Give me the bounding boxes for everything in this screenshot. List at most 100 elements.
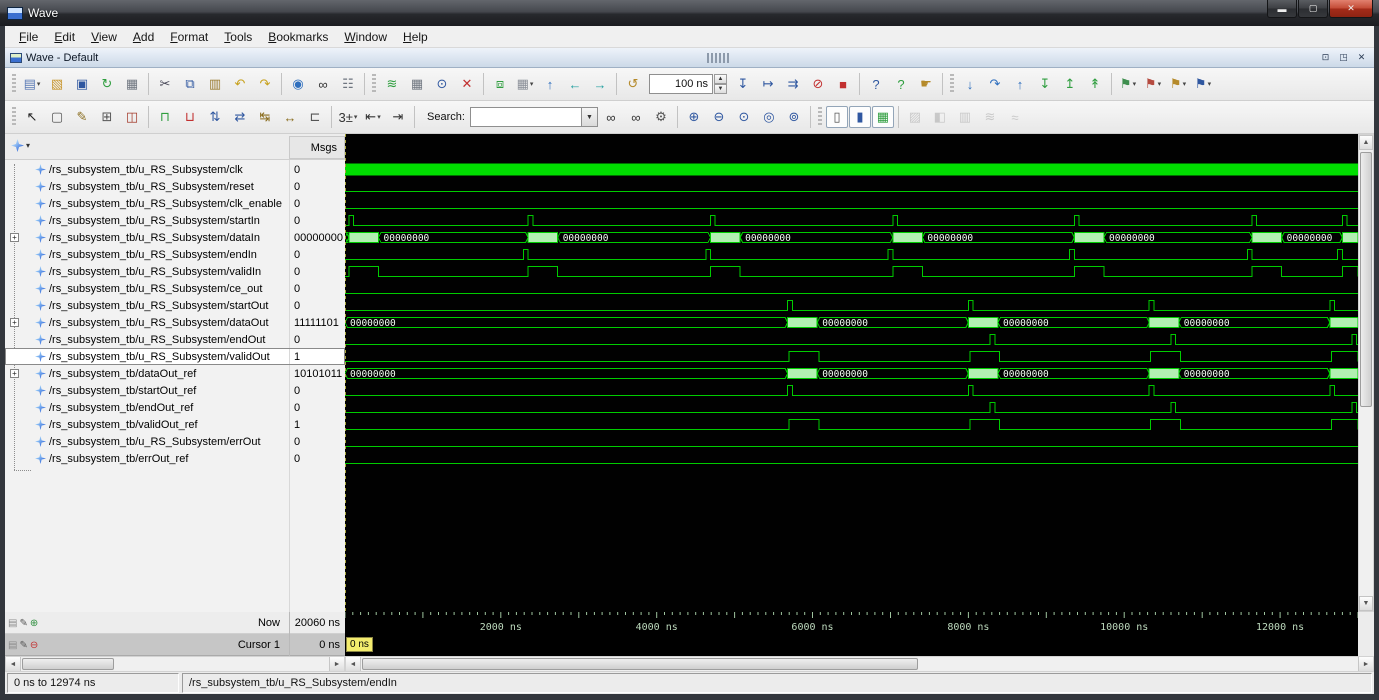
signal-name-cell[interactable]: /rs_subsystem_tb/u_RS_Subsystem/startOut bbox=[5, 297, 289, 314]
find-insert-button[interactable]: ↷ bbox=[983, 72, 1007, 96]
menu-file[interactable]: File bbox=[11, 28, 46, 46]
bookmark-edit-button[interactable]: ⚑ ▾ bbox=[1166, 72, 1190, 96]
signal-row[interactable]: /rs_subsystem_tb/errOut_ref 0 bbox=[5, 450, 345, 467]
signal-row[interactable]: + /rs_subsystem_tb/dataOut_ref 10101011 bbox=[5, 365, 345, 382]
signal-row[interactable]: /rs_subsystem_tb/u_RS_Subsystem/reset 0 bbox=[5, 178, 345, 195]
run-all-button[interactable]: ⇉ bbox=[781, 72, 805, 96]
toggle-grid-button[interactable]: ▦ bbox=[871, 106, 894, 128]
edit-mode-button[interactable]: ✎ bbox=[70, 105, 94, 129]
pane-header[interactable]: Wave - Default ⊡ ◳ ✕ bbox=[5, 48, 1374, 68]
bookmark-goto-button[interactable]: ⚑ ▾ bbox=[1191, 72, 1215, 96]
toolbar-grip[interactable] bbox=[12, 74, 16, 94]
open-button[interactable]: ▧ bbox=[45, 72, 69, 96]
link-button[interactable]: ⧈ bbox=[488, 72, 512, 96]
signal-name-cell[interactable]: /rs_subsystem_tb/u_RS_Subsystem/clk_enab… bbox=[5, 195, 289, 212]
wave-horizontal-scrollbar[interactable]: ◄ ► bbox=[345, 656, 1374, 672]
signal-row[interactable]: /rs_subsystem_tb/u_RS_Subsystem/ce_out 0 bbox=[5, 280, 345, 297]
signal-row[interactable]: + /rs_subsystem_tb/u_RS_Subsystem/dataIn 0… bbox=[5, 229, 345, 246]
cursor-line[interactable] bbox=[345, 134, 346, 612]
events-display-button[interactable]: ≈ bbox=[1003, 105, 1027, 129]
signal-name-cell[interactable]: /rs_subsystem_tb/u_RS_Subsystem/endIn bbox=[5, 246, 289, 263]
find-last-edge-button[interactable]: ↟ bbox=[1083, 72, 1107, 96]
signal-name-cell[interactable]: /rs_subsystem_tb/startOut_ref bbox=[5, 382, 289, 399]
toggle-values-column-button[interactable]: ▮ bbox=[848, 106, 871, 128]
signal-row[interactable]: /rs_subsystem_tb/u_RS_Subsystem/validIn 0 bbox=[5, 263, 345, 280]
signal-name-cell[interactable]: /rs_subsystem_tb/u_RS_Subsystem/endOut bbox=[5, 331, 289, 348]
zoom-out-button[interactable]: ⊖ bbox=[707, 105, 731, 129]
spin-up-button[interactable]: ▲ bbox=[714, 74, 727, 84]
mirror-wave-button[interactable]: ⇄ bbox=[228, 105, 252, 129]
zoom-last-button[interactable]: ◎ bbox=[757, 105, 781, 129]
cursor-row[interactable]: ▤ ✎ ⊖ Cursor 1 0 ns bbox=[5, 634, 345, 656]
find-next-edge-button[interactable]: ↥ bbox=[1058, 72, 1082, 96]
waveform-area[interactable]: 00000000 00000000 00000000 00000000 00000000… bbox=[345, 134, 1358, 612]
back-button[interactable]: ← bbox=[563, 72, 587, 96]
signal-row[interactable]: /rs_subsystem_tb/validOut_ref 1 bbox=[5, 416, 345, 433]
wave-editor-button[interactable]: ▦ bbox=[405, 72, 429, 96]
signal-name-cell[interactable]: /rs_subsystem_tb/errOut_ref bbox=[5, 450, 289, 467]
search-find-next-button[interactable]: ∞ bbox=[599, 105, 623, 129]
edges-display-button[interactable]: ≋ bbox=[978, 105, 1002, 129]
select-mode-button[interactable]: ↖ bbox=[20, 105, 44, 129]
menu-tools[interactable]: Tools bbox=[216, 28, 260, 46]
expanded-time-off-button[interactable]: ⇥ bbox=[386, 105, 410, 129]
zoom-range-button[interactable]: ⊚ bbox=[782, 105, 806, 129]
wave-find-button[interactable]: ⊙ bbox=[430, 72, 454, 96]
extend-all-button[interactable]: ⊏ bbox=[303, 105, 327, 129]
stop-button[interactable]: ■ bbox=[831, 72, 855, 96]
signal-filter-dropdown[interactable]: ▾ bbox=[11, 139, 30, 152]
signal-row[interactable]: /rs_subsystem_tb/u_RS_Subsystem/startIn 0 bbox=[5, 212, 345, 229]
menu-window[interactable]: Window bbox=[336, 28, 395, 46]
signal-row[interactable]: /rs_subsystem_tb/u_RS_Subsystem/endIn 0 bbox=[5, 246, 345, 263]
dock-pane-button[interactable]: ◳ bbox=[1336, 51, 1351, 65]
maximize-button[interactable]: ▢ bbox=[1298, 0, 1328, 18]
close-pane-button[interactable]: ✕ bbox=[1354, 51, 1369, 65]
menu-format[interactable]: Format bbox=[162, 28, 216, 46]
find-button[interactable]: ∞ bbox=[311, 72, 335, 96]
insert-pulse-button[interactable]: ⊓ bbox=[153, 105, 177, 129]
wave-scroll-left-button[interactable]: ◄ bbox=[346, 657, 361, 671]
names-scroll-thumb[interactable] bbox=[22, 658, 114, 670]
wave-delete-button[interactable]: ✕ bbox=[455, 72, 479, 96]
signal-row[interactable]: /rs_subsystem_tb/u_RS_Subsystem/clk 0 bbox=[5, 161, 345, 178]
signal-row[interactable]: /rs_subsystem_tb/startOut_ref 0 bbox=[5, 382, 345, 399]
signal-row[interactable]: /rs_subsystem_tb/u_RS_Subsystem/validOut… bbox=[5, 348, 345, 365]
signal-row[interactable]: + /rs_subsystem_tb/u_RS_Subsystem/dataOut… bbox=[5, 314, 345, 331]
names-scroll-right-button[interactable]: ► bbox=[329, 657, 344, 671]
signal-name-cell[interactable]: + /rs_subsystem_tb/dataOut_ref bbox=[5, 365, 289, 382]
bookmark-add-button[interactable]: ⚑ ▾ bbox=[1116, 72, 1140, 96]
expand-toggle[interactable]: + bbox=[10, 233, 19, 242]
wave-vertical-scrollbar[interactable]: ▲ ▼ bbox=[1358, 134, 1374, 612]
delete-edge-button[interactable]: ⊔ bbox=[178, 105, 202, 129]
vertical-scroll-thumb[interactable] bbox=[1360, 152, 1372, 407]
copy-button[interactable]: ⧉ bbox=[178, 72, 202, 96]
msgs-column-header[interactable]: Msgs bbox=[289, 136, 345, 159]
forward-button[interactable]: → bbox=[588, 72, 612, 96]
float-pane-button[interactable]: ⊡ bbox=[1318, 51, 1333, 65]
hatch-display-button[interactable]: ▨ bbox=[903, 105, 927, 129]
break-button[interactable]: ⊘ bbox=[806, 72, 830, 96]
spin-down-button[interactable]: ▼ bbox=[714, 84, 727, 94]
examine-button[interactable]: ? bbox=[864, 72, 888, 96]
signal-name-cell[interactable]: /rs_subsystem_tb/u_RS_Subsystem/reset bbox=[5, 178, 289, 195]
menu-help[interactable]: Help bbox=[395, 28, 436, 46]
find-active-cursor-button[interactable]: ↑ bbox=[538, 72, 562, 96]
close-button[interactable]: ✕ bbox=[1329, 0, 1373, 18]
scroll-up-button[interactable]: ▲ bbox=[1359, 135, 1373, 150]
add-wave-button[interactable]: ≋ bbox=[380, 72, 404, 96]
title-bar[interactable]: Wave ▬ ▢ ✕ bbox=[0, 0, 1379, 26]
signal-name-cell[interactable]: /rs_subsystem_tb/u_RS_Subsystem/ce_out bbox=[5, 280, 289, 297]
signal-name-cell[interactable]: /rs_subsystem_tb/u_RS_Subsystem/clk bbox=[5, 161, 289, 178]
expanded-time-on-button[interactable]: ⇤ ▾ bbox=[361, 105, 385, 129]
two-tone-display-button[interactable]: ◧ bbox=[928, 105, 952, 129]
expand-toggle[interactable]: + bbox=[10, 318, 19, 327]
menu-add[interactable]: Add bbox=[125, 28, 162, 46]
wave-scroll-thumb[interactable] bbox=[362, 658, 918, 670]
stretch-edge-button[interactable]: ↹ bbox=[253, 105, 277, 129]
cut-button[interactable]: ✂ bbox=[153, 72, 177, 96]
signal-name-cell[interactable]: /rs_subsystem_tb/endOut_ref bbox=[5, 399, 289, 416]
toolbar-grip[interactable] bbox=[817, 107, 822, 127]
signal-row[interactable]: /rs_subsystem_tb/u_RS_Subsystem/clk_enab… bbox=[5, 195, 345, 212]
toolbar-grip[interactable] bbox=[12, 107, 16, 127]
signal-name-cell[interactable]: /rs_subsystem_tb/u_RS_Subsystem/validIn bbox=[5, 263, 289, 280]
